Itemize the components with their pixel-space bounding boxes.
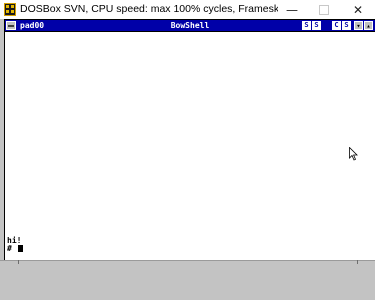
terminal-prompt-line: #: [7, 245, 23, 253]
divider: [18, 260, 19, 264]
dos-window: pad00 BowShell S S C S ▾ ▴ hi! #: [4, 19, 375, 261]
dos-window-title: BowShell: [170, 21, 210, 30]
dosbox-app-icon[interactable]: [4, 3, 16, 16]
dos-titlebar[interactable]: pad00 BowShell S S C S ▾ ▴: [5, 20, 375, 32]
minimize-button[interactable]: —: [275, 0, 309, 20]
divider: [357, 260, 358, 264]
mouse-pointer-icon: [349, 147, 358, 161]
window-title: DOSBox SVN, CPU speed: max 100% cycles, …: [20, 3, 278, 15]
system-menu-button[interactable]: [6, 21, 16, 30]
text-cursor: [17, 245, 23, 252]
minimize-arrow-button[interactable]: ▾: [354, 21, 363, 30]
window-titlebar: DOSBox SVN, CPU speed: max 100% cycles, …: [0, 0, 375, 20]
status-area: [0, 260, 375, 300]
titlebar-button-s1[interactable]: S: [302, 21, 311, 30]
titlebar-button-s3[interactable]: S: [342, 21, 351, 30]
maximize-button[interactable]: [307, 0, 341, 20]
dos-window-name: pad00: [20, 21, 45, 30]
terminal-area[interactable]: hi! #: [5, 32, 375, 261]
maximize-icon: [319, 5, 329, 15]
titlebar-button-s2[interactable]: S: [312, 21, 321, 30]
maximize-arrow-button[interactable]: ▴: [364, 21, 373, 30]
close-button[interactable]: ✕: [341, 0, 375, 20]
terminal-prompt: #: [7, 244, 17, 253]
titlebar-button-c[interactable]: C: [332, 21, 341, 30]
